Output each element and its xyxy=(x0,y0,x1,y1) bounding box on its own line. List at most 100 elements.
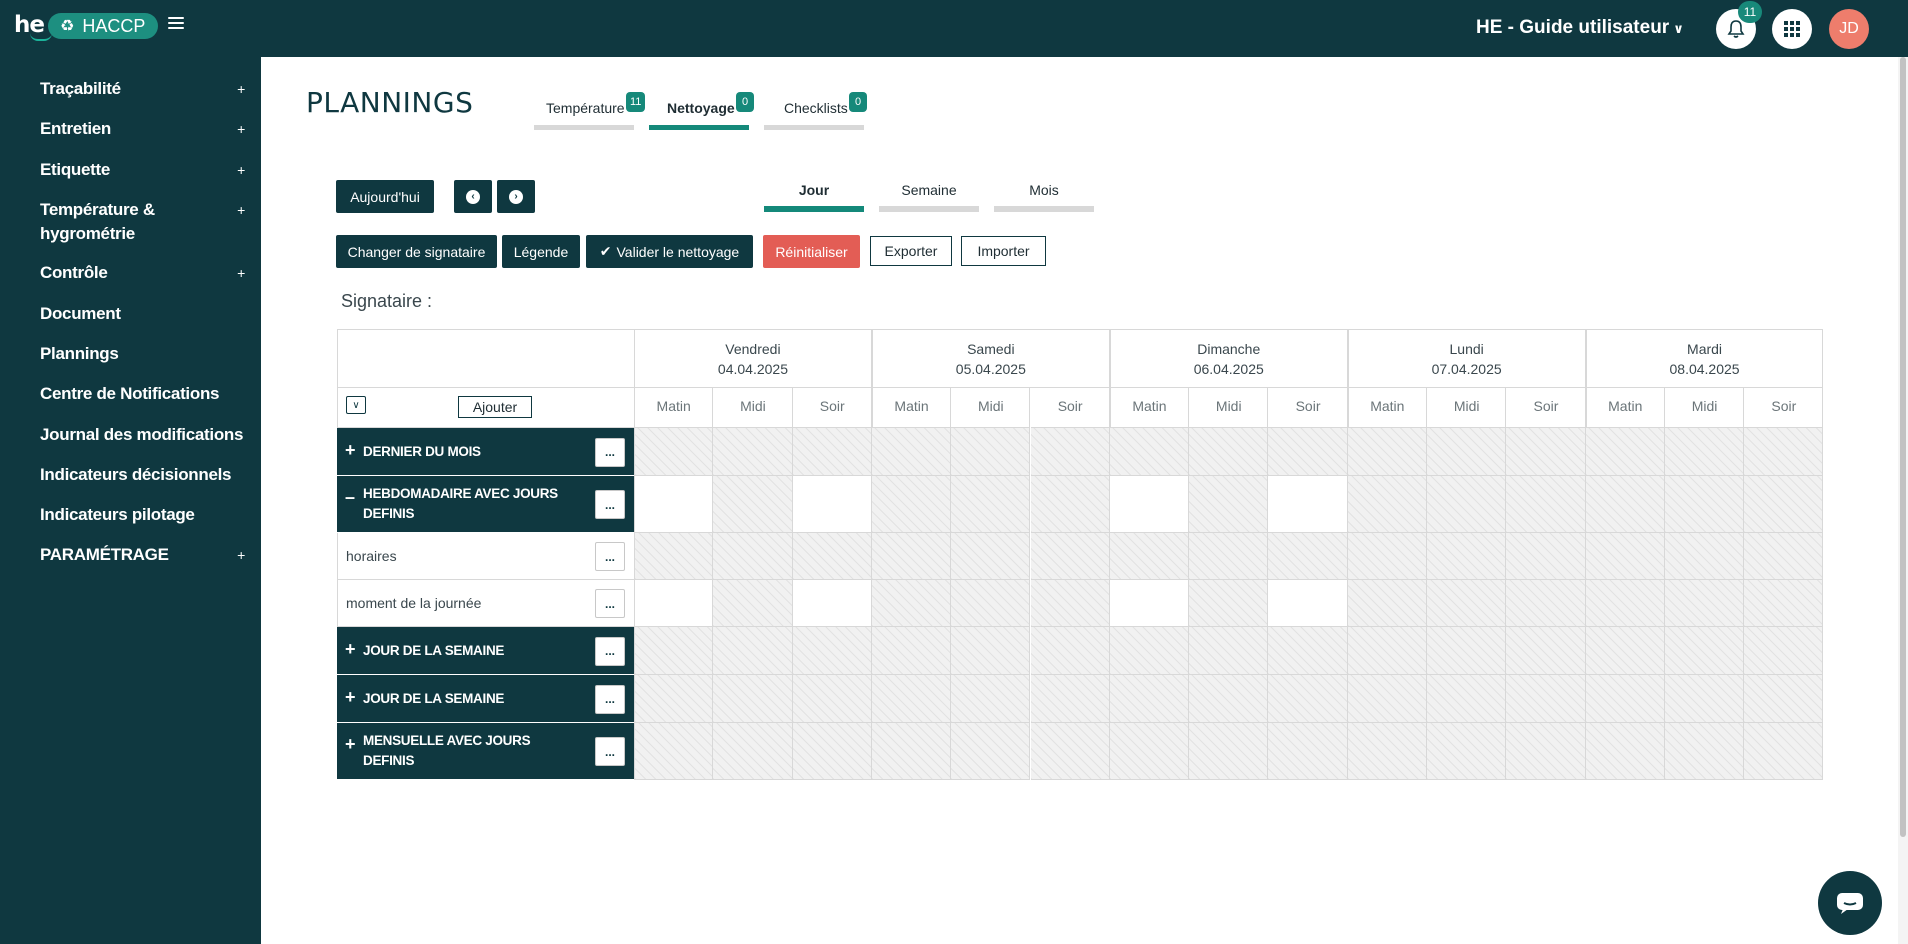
sidebar-item-entretien[interactable]: Entretien + xyxy=(40,117,245,141)
planning-cell[interactable] xyxy=(1030,675,1110,723)
planning-cell[interactable] xyxy=(1744,723,1824,780)
planning-cell[interactable] xyxy=(634,723,714,780)
planning-cell[interactable] xyxy=(634,428,714,476)
planning-cell[interactable] xyxy=(1347,627,1427,675)
group-row[interactable]: + JOUR DE LA SEMAINE... xyxy=(337,627,634,675)
planning-cell[interactable] xyxy=(713,675,793,723)
planning-cell[interactable] xyxy=(871,533,952,580)
apps-grid-button[interactable] xyxy=(1772,9,1812,49)
planning-cell[interactable] xyxy=(1189,675,1269,723)
tab-temperature[interactable]: Température xyxy=(546,100,625,116)
planning-cell[interactable] xyxy=(1109,476,1190,533)
sidebar-item-etiquette[interactable]: Etiquette + xyxy=(40,158,245,182)
planning-cell[interactable] xyxy=(951,675,1031,723)
planning-cell[interactable] xyxy=(792,723,872,780)
planning-cell[interactable] xyxy=(1506,627,1586,675)
row-options-button[interactable]: ... xyxy=(595,684,625,714)
collapse-all-toggle-icon[interactable]: ∨ xyxy=(346,396,366,414)
import-button[interactable]: Importer xyxy=(961,236,1046,266)
planning-cell[interactable] xyxy=(1109,533,1190,580)
planning-cell[interactable] xyxy=(1427,428,1507,476)
planning-cell[interactable] xyxy=(1664,476,1745,533)
planning-cell[interactable] xyxy=(1427,580,1507,627)
reset-button[interactable]: Réinitialiser xyxy=(763,235,860,268)
today-button[interactable]: Aujourd'hui xyxy=(336,180,434,213)
planning-cell[interactable] xyxy=(1585,627,1665,675)
expand-icon[interactable]: + xyxy=(345,440,356,461)
expand-icon[interactable]: + xyxy=(345,639,356,660)
planning-cell[interactable] xyxy=(1268,723,1348,780)
planning-cell[interactable] xyxy=(871,627,952,675)
legend-button[interactable]: Légende xyxy=(502,235,580,268)
row-options-button[interactable]: ... xyxy=(595,737,625,766)
sidebar-item-document[interactable]: Document xyxy=(40,302,245,326)
planning-cell[interactable] xyxy=(1664,428,1745,476)
planning-cell[interactable] xyxy=(792,428,872,476)
planning-cell[interactable] xyxy=(1664,627,1745,675)
view-tab-jour[interactable]: Jour xyxy=(764,182,864,198)
planning-cell[interactable] xyxy=(1585,675,1665,723)
scrollbar-thumb[interactable] xyxy=(1900,57,1906,837)
planning-cell[interactable] xyxy=(1506,428,1586,476)
planning-cell[interactable] xyxy=(1030,428,1110,476)
planning-cell[interactable] xyxy=(951,428,1031,476)
planning-cell[interactable] xyxy=(792,476,872,533)
planning-cell[interactable] xyxy=(871,580,952,627)
planning-cell[interactable] xyxy=(1268,428,1348,476)
planning-cell[interactable] xyxy=(634,533,714,580)
planning-cell[interactable] xyxy=(1030,476,1110,533)
planning-cell[interactable] xyxy=(1664,723,1745,780)
planning-cell[interactable] xyxy=(1585,428,1665,476)
planning-cell[interactable] xyxy=(1109,627,1190,675)
sidebar-item-journal[interactable]: Journal des modifications xyxy=(40,423,245,447)
planning-cell[interactable] xyxy=(1506,675,1586,723)
planning-cell[interactable] xyxy=(1664,533,1745,580)
export-button[interactable]: Exporter xyxy=(870,236,952,266)
planning-cell[interactable] xyxy=(1347,675,1427,723)
planning-cell[interactable] xyxy=(1030,533,1110,580)
planning-cell[interactable] xyxy=(713,533,793,580)
planning-cell[interactable] xyxy=(634,580,714,627)
planning-cell[interactable] xyxy=(1189,476,1269,533)
planning-cell[interactable] xyxy=(1268,627,1348,675)
planning-cell[interactable] xyxy=(1347,723,1427,780)
menu-toggle-icon[interactable] xyxy=(168,17,184,31)
planning-cell[interactable] xyxy=(1109,723,1190,780)
planning-cell[interactable] xyxy=(1347,580,1427,627)
planning-cell[interactable] xyxy=(1347,533,1427,580)
planning-cell[interactable] xyxy=(713,476,793,533)
planning-cell[interactable] xyxy=(1427,627,1507,675)
planning-cell[interactable] xyxy=(1030,723,1110,780)
item-row[interactable]: horaires... xyxy=(337,533,634,580)
sidebar-item-parametrage[interactable]: PARAMÉTRAGE + xyxy=(40,543,245,567)
expand-icon[interactable]: + xyxy=(345,687,356,708)
planning-cell[interactable] xyxy=(1268,533,1348,580)
planning-cell[interactable] xyxy=(1109,428,1190,476)
planning-cell[interactable] xyxy=(1506,533,1586,580)
planning-cell[interactable] xyxy=(713,627,793,675)
sidebar-item-plannings[interactable]: Plannings xyxy=(40,342,245,366)
planning-cell[interactable] xyxy=(951,476,1031,533)
planning-cell[interactable] xyxy=(792,533,872,580)
planning-cell[interactable] xyxy=(1347,428,1427,476)
group-row[interactable]: – HEBDOMADAIRE AVEC JOURS DEFINIS... xyxy=(337,476,634,533)
planning-cell[interactable] xyxy=(792,675,872,723)
planning-cell[interactable] xyxy=(713,580,793,627)
item-row[interactable]: moment de la journée... xyxy=(337,580,634,627)
planning-cell[interactable] xyxy=(634,476,714,533)
group-row[interactable]: + JOUR DE LA SEMAINE... xyxy=(337,675,634,723)
row-options-button[interactable]: ... xyxy=(595,437,625,467)
planning-cell[interactable] xyxy=(871,428,952,476)
collapse-icon[interactable]: – xyxy=(345,487,355,508)
planning-cell[interactable] xyxy=(1189,627,1269,675)
planning-cell[interactable] xyxy=(1189,533,1269,580)
view-tab-mois[interactable]: Mois xyxy=(994,182,1094,198)
planning-cell[interactable] xyxy=(1744,580,1824,627)
planning-cell[interactable] xyxy=(951,533,1031,580)
sidebar-item-notifications[interactable]: Centre de Notifications xyxy=(40,382,245,406)
planning-cell[interactable] xyxy=(871,723,952,780)
planning-cell[interactable] xyxy=(1585,476,1665,533)
planning-cell[interactable] xyxy=(1744,627,1824,675)
previous-button[interactable]: ‹ xyxy=(454,180,492,213)
planning-cell[interactable] xyxy=(1347,476,1427,533)
